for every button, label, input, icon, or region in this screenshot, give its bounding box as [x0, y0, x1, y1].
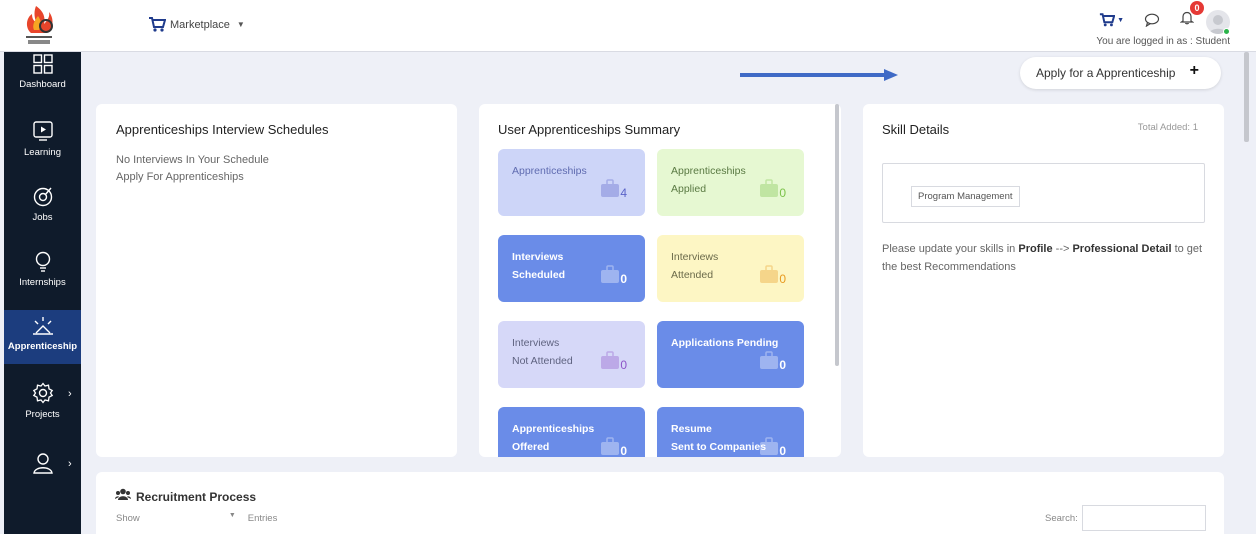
entries-label: Entries [247, 512, 278, 524]
user-icon [32, 453, 53, 474]
top-bar: Marketplace ▼ ▼ 0 You are logged in as:… [0, 0, 1256, 52]
sidebar-item-label: Jobs [32, 212, 53, 223]
lightbulb-icon [35, 251, 50, 272]
summary-tile[interactable]: Apprenticeships Offered 0 [498, 407, 645, 457]
caret-down-icon: ▼ [228, 512, 236, 519]
summary-tile[interactable]: Interviews Scheduled 0 [498, 235, 645, 302]
summary-card: User Apprenticeships Summary Apprentices… [479, 104, 841, 457]
users-icon [115, 488, 131, 500]
tile-count: 0 [779, 444, 786, 457]
total-added: Total Added: 1 [1137, 122, 1198, 133]
recruitment-card: Recruitment Process Show ▼ Entries Searc… [96, 472, 1224, 534]
briefcase-icon [760, 437, 778, 455]
sidebar-item-label: Internships [19, 277, 66, 288]
skill-update-note: Please update your skills in Profile -->… [882, 240, 1212, 276]
apply-button-label: Apply for a Apprenticeship [1036, 66, 1176, 80]
chevron-right-icon: › [68, 458, 72, 470]
target-icon [33, 187, 52, 207]
interview-schedule-card: Apprenticeships Interview Schedules No I… [96, 104, 457, 457]
summary-tile[interactable]: Apprenticeships Applied 0 [657, 149, 804, 216]
search-input[interactable] [1082, 505, 1206, 531]
caret-down-icon: ▼ [236, 20, 245, 29]
sidebar-item-jobs[interactable]: Jobs [4, 185, 81, 223]
tile-count: 0 [620, 444, 627, 457]
top-icons: ▼ 0 [1099, 1, 1204, 30]
cart-icon [149, 17, 166, 32]
briefcase-icon [601, 179, 619, 197]
no-interviews-text: No Interviews In Your Schedule [116, 154, 269, 166]
profile-link[interactable]: Profile [1018, 243, 1052, 255]
marketplace-label: Marketplace [170, 18, 230, 31]
sidebar-item-apprenticeship[interactable]: Apprenticeship [4, 310, 81, 364]
briefcase-icon [601, 265, 619, 283]
tile-count: 4 [620, 186, 627, 200]
sidebar-item-label: Learning [24, 147, 61, 158]
page-scrollbar[interactable] [1244, 52, 1249, 142]
tile-count: 0 [779, 186, 786, 200]
gear-icon [32, 382, 53, 404]
entries-select[interactable]: ▼ [144, 511, 244, 525]
tile-count: 0 [620, 272, 627, 286]
grid-icon [32, 54, 53, 74]
card-title: User Apprenticeships Summary [498, 122, 681, 137]
skill-details-card: Skill Details Total Added: 1 [863, 104, 1224, 457]
sunrise-icon [32, 317, 53, 335]
tile-count: 0 [620, 358, 627, 372]
sidebar: Dashboard Learning Jobs Internships Appr… [4, 52, 81, 534]
summary-tile[interactable]: Resume Sent to Companies 0 [657, 407, 804, 457]
arrow-right-icon [740, 69, 898, 81]
card-title: Apprenticeships Interview Schedules [116, 122, 329, 137]
cart-menu[interactable]: ▼ [1099, 13, 1124, 27]
chat-icon[interactable] [1144, 13, 1160, 27]
sidebar-item-learning[interactable]: Learning [4, 120, 81, 158]
monitor-play-icon [32, 121, 53, 141]
recruitment-title: Recruitment Process [136, 490, 257, 504]
online-status-dot [1223, 28, 1230, 35]
sidebar-item-label: Projects [25, 409, 60, 420]
cart-icon [1099, 13, 1116, 27]
logged-in-text: You are logged in as : Student [1096, 36, 1230, 47]
briefcase-icon [760, 351, 778, 369]
sidebar-item-label: Apprenticeship [7, 341, 78, 352]
show-entries: Show ▼ Entries [116, 511, 277, 525]
search-label: Search: [1045, 513, 1078, 524]
logo-icon[interactable] [14, 2, 64, 50]
show-label: Show [116, 512, 140, 524]
notification-badge: 0 [1190, 1, 1204, 15]
plus-icon: + [1189, 62, 1199, 79]
notifications[interactable]: 0 [1179, 1, 1204, 30]
sidebar-item-internships[interactable]: Internships [4, 250, 81, 288]
tile-count: 0 [779, 272, 786, 286]
summary-tile[interactable]: Interviews Not Attended 0 [498, 321, 645, 388]
tile-count: 0 [779, 358, 786, 372]
note-text: Please update your skills in [882, 243, 1019, 255]
sidebar-item-dashboard[interactable]: Dashboard [4, 54, 81, 98]
summary-tile[interactable]: Applications Pending 0 [657, 321, 804, 388]
summary-tile[interactable]: Apprenticeships 4 [498, 149, 645, 216]
apply-prompt-text: Apply For Apprenticeships [116, 171, 244, 183]
professional-detail-link[interactable]: Professional Detail [1072, 243, 1171, 255]
summary-tile[interactable]: Interviews Attended 0 [657, 235, 804, 302]
briefcase-icon [760, 179, 778, 197]
card-title: Skill Details [882, 122, 950, 137]
skill-tag: Program Management [911, 186, 1020, 207]
sidebar-item-label: Dashboard [19, 79, 66, 90]
summary-scrollbar[interactable] [835, 104, 839, 366]
skills-box: Program Management [882, 163, 1205, 223]
briefcase-icon [601, 437, 619, 455]
chevron-right-icon: › [68, 388, 72, 400]
caret-down-icon: ▼ [1117, 16, 1124, 24]
note-arrow: --> [1052, 243, 1073, 255]
apply-apprenticeship-button[interactable]: Apply for a Apprenticeship + [1020, 57, 1221, 89]
briefcase-icon [601, 351, 619, 369]
marketplace-menu[interactable]: Marketplace ▼ [148, 17, 245, 32]
briefcase-icon [760, 265, 778, 283]
